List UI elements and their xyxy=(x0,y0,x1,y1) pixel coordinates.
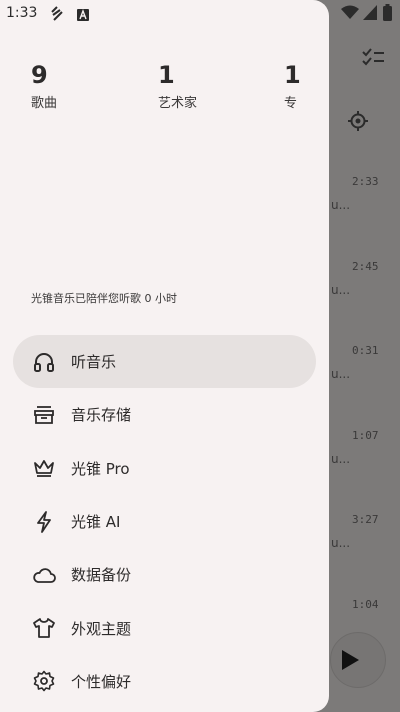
menu-item-label: 外观主题 xyxy=(71,619,132,638)
headphones-icon xyxy=(31,349,57,375)
tshirt-icon xyxy=(31,615,57,641)
menu-item-pro[interactable]: 光锥 Pro xyxy=(13,442,316,495)
stat-label: 艺术家 xyxy=(158,96,198,111)
lightning-icon xyxy=(31,509,57,535)
signal-icon xyxy=(363,5,377,24)
stat-artists[interactable]: 1 艺术家 xyxy=(158,60,197,111)
stats-row: 9 歌曲 1 艺术家 1 专 xyxy=(31,60,329,120)
stat-albums[interactable]: 1 专 xyxy=(284,60,301,111)
status-time: 1:33 xyxy=(6,5,38,21)
menu-item-ai[interactable]: 光锥 AI xyxy=(13,495,316,548)
menu-item-listen[interactable]: 听音乐 xyxy=(13,335,316,389)
cloud-icon xyxy=(31,562,57,588)
status-bar: 1:33 xyxy=(0,0,400,28)
play-icon xyxy=(342,650,359,670)
track-duration: 1:07 xyxy=(352,429,379,442)
track-duration: 2:33 xyxy=(352,175,379,188)
track-duration: 0:31 xyxy=(352,344,379,357)
multi-select-icon[interactable] xyxy=(362,48,384,70)
crown-icon xyxy=(31,455,57,481)
track-duration: 1:04 xyxy=(352,598,379,611)
track-duration: 2:45 xyxy=(352,260,379,273)
stat-value: 1 xyxy=(284,61,301,89)
menu-item-label: 音乐存储 xyxy=(71,406,132,425)
flash-icon xyxy=(50,6,64,26)
listening-summary: 光锥音乐已陪伴您听歌 0 小时 xyxy=(31,292,177,305)
track-duration: 3:27 xyxy=(352,513,379,526)
stat-value: 9 xyxy=(31,61,48,89)
stat-label: 专 xyxy=(284,96,298,111)
menu-item-label: 数据备份 xyxy=(71,566,132,585)
menu-item-theme[interactable]: 外观主题 xyxy=(13,601,316,654)
menu-item-preferences[interactable]: 个性偏好 xyxy=(13,655,316,708)
menu-item-label: 个性偏好 xyxy=(71,672,132,691)
track-title-fragment: u... xyxy=(331,283,351,297)
storage-box-icon xyxy=(31,402,57,428)
locate-icon[interactable] xyxy=(347,110,369,136)
track-title-fragment: u... xyxy=(331,198,351,212)
stat-songs[interactable]: 9 歌曲 xyxy=(31,60,57,111)
play-button[interactable] xyxy=(330,632,386,688)
gear-icon xyxy=(31,668,57,694)
stat-value: 1 xyxy=(158,61,175,89)
battery-icon xyxy=(383,4,392,25)
menu-item-backup[interactable]: 数据备份 xyxy=(13,548,316,601)
menu-item-label: 光锥 Pro xyxy=(71,459,130,478)
wifi-icon xyxy=(341,5,359,24)
navigation-drawer: 9 歌曲 1 艺术家 1 专 光锥音乐已陪伴您听歌 0 小时 听音乐 音乐存储 xyxy=(0,0,329,712)
drawer-menu: 听音乐 音乐存储 光锥 Pro 光锥 AI 数据备份 外观主题 个性偏好 xyxy=(13,335,316,708)
notification-a-icon xyxy=(77,6,89,25)
track-title-fragment: u... xyxy=(331,367,351,381)
menu-item-storage[interactable]: 音乐存储 xyxy=(13,388,316,441)
track-title-fragment: u... xyxy=(331,536,351,550)
menu-item-label: 光锥 AI xyxy=(71,513,121,532)
track-title-fragment: u... xyxy=(331,452,351,466)
menu-item-label: 听音乐 xyxy=(71,353,117,372)
stat-label: 歌曲 xyxy=(31,96,58,111)
